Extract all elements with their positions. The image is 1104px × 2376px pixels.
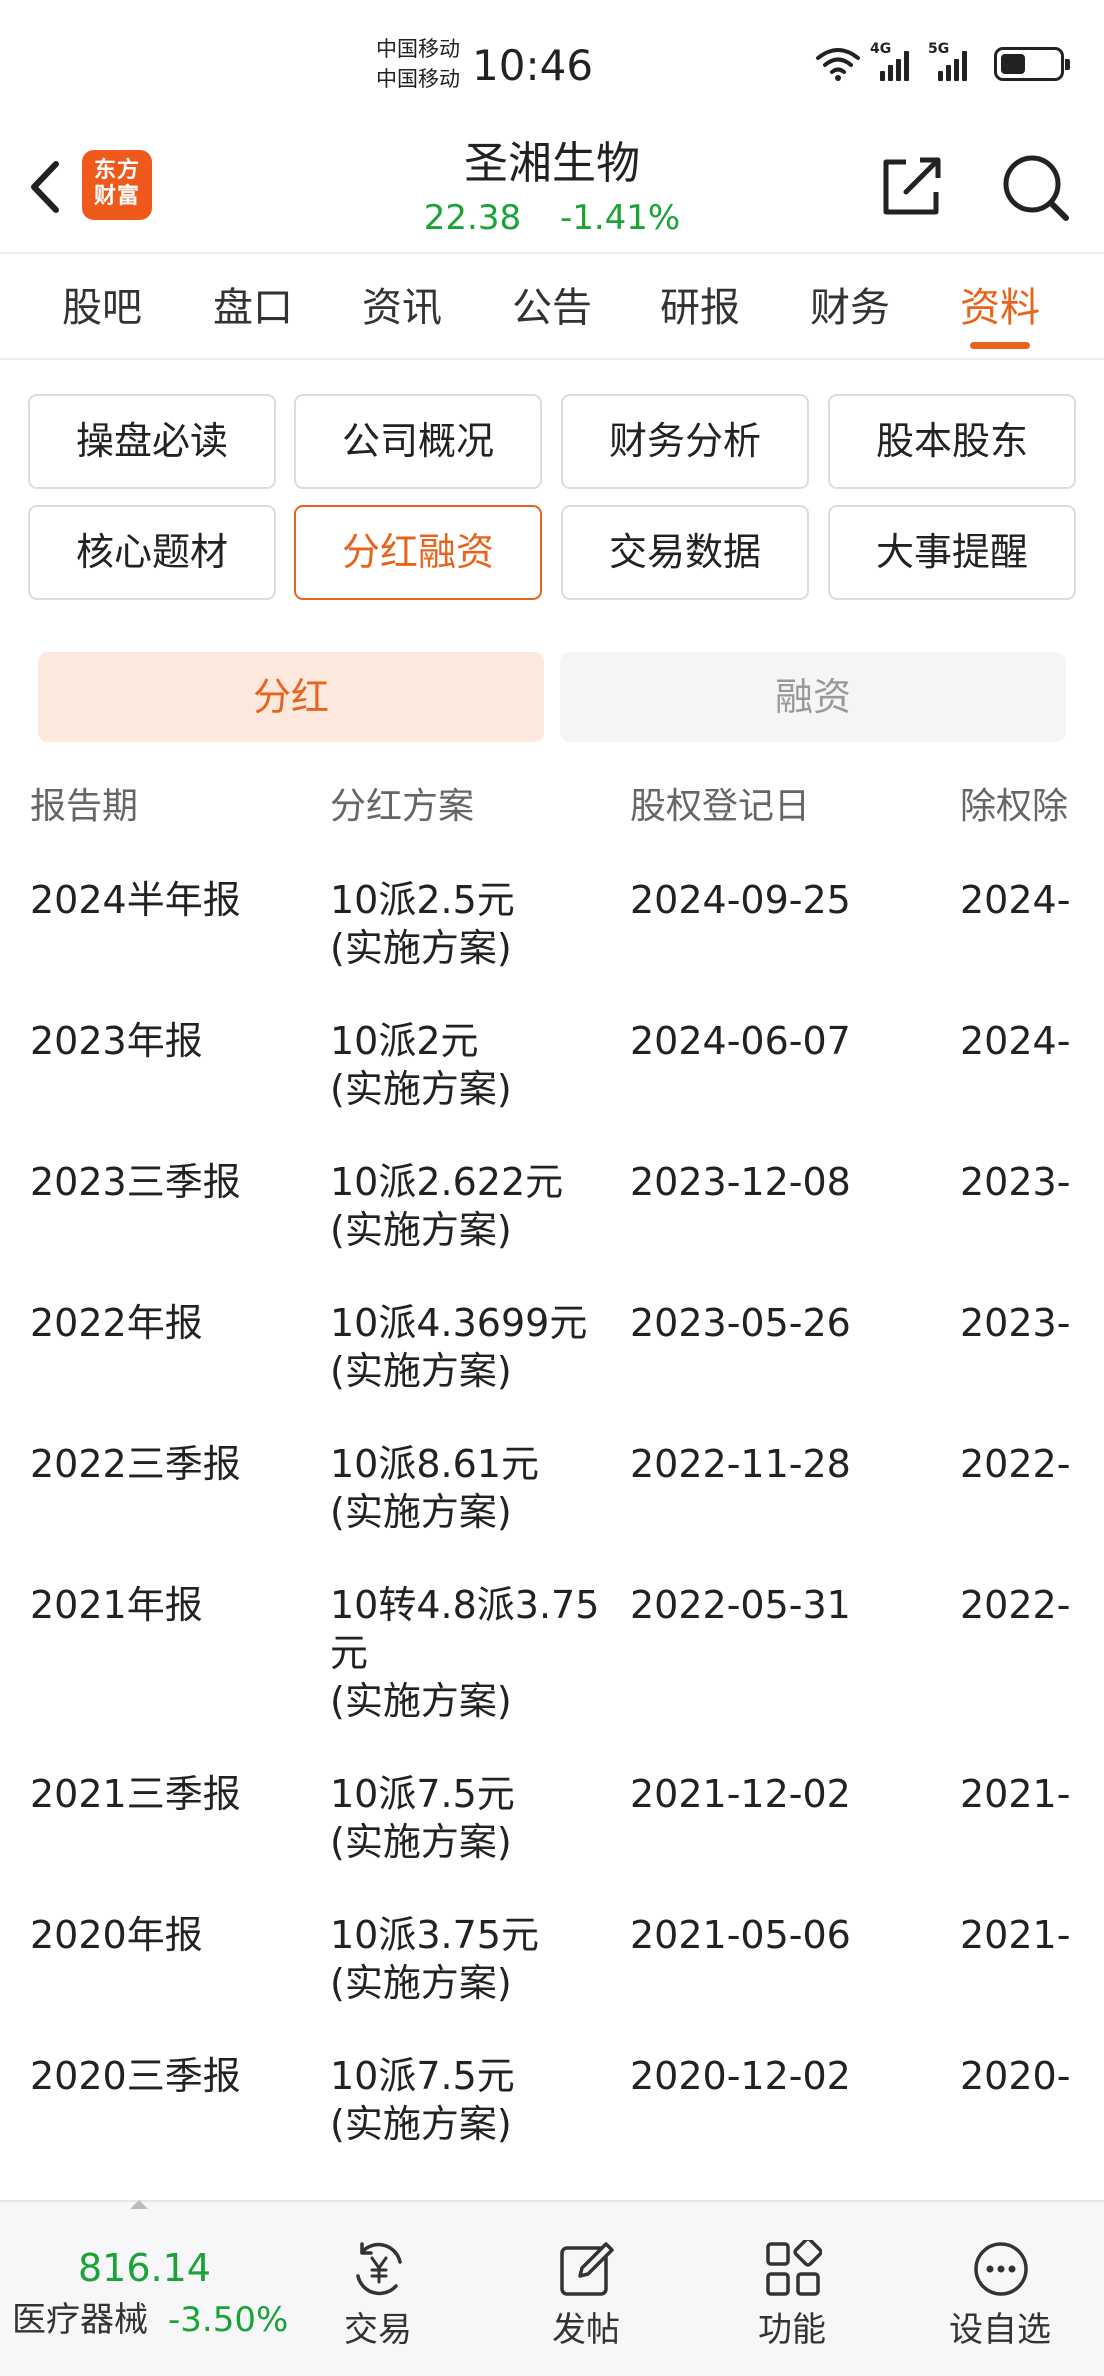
cell-period: 2022三季报 <box>30 1442 241 1486</box>
cell-period: 2023三季报 <box>30 1160 241 1204</box>
cell-ex-date: 2024- <box>960 878 1071 922</box>
stock-price: 22.38 <box>423 198 522 238</box>
trade-label: 交易 <box>344 2310 412 2350</box>
cell-plan: 10派2元 (实施方案) <box>330 1019 512 1111</box>
cell-plan: 10派2.5元 (实施方案) <box>330 878 515 970</box>
yuan-exchange-icon <box>356 2242 402 2296</box>
signal-4g-icon: 4G <box>870 41 920 81</box>
section-must-read[interactable]: 操盘必读 <box>28 394 276 489</box>
bottom-bar: 816.14 医疗器械 -3.50% 交易 发帖 功能 设自选 <box>0 2200 1104 2376</box>
post-button[interactable]: 发帖 <box>516 2202 656 2376</box>
index-value[interactable]: 816.14 <box>78 2244 211 2292</box>
section-shareholders[interactable]: 股本股东 <box>828 394 1076 489</box>
more-icon <box>974 2242 1028 2296</box>
index-name[interactable]: 医疗器械 <box>12 2296 148 2344</box>
cell-ex-date: 2021- <box>960 1913 1071 1957</box>
functions-button[interactable]: 功能 <box>722 2202 862 2376</box>
cell-plan: 10派3.75元 (实施方案) <box>330 1913 539 2005</box>
caret-up-icon[interactable] <box>130 2200 148 2209</box>
carrier-2: 中国移动 <box>376 67 460 91</box>
cell-plan: 10转4.8派3.75元 (实施方案) <box>330 1583 600 1723</box>
cell-period: 2020年报 <box>30 1913 203 1957</box>
stock-tabs: 股吧 盘口 资讯 公告 研报 财务 资料 <box>0 256 1104 360</box>
section-core-themes[interactable]: 核心题材 <box>28 505 276 600</box>
section-company-overview[interactable]: 公司概况 <box>294 394 542 489</box>
header-period: 报告期 <box>30 786 139 827</box>
edit-icon <box>560 2242 614 2296</box>
cell-period: 2023年报 <box>30 1019 203 1063</box>
tab-pankou[interactable]: 盘口 <box>193 256 313 360</box>
cell-plan: 10派7.5元 (实施方案) <box>330 1772 515 1864</box>
functions-label: 功能 <box>758 2310 826 2350</box>
battery-icon <box>994 47 1070 81</box>
wifi-icon <box>816 48 860 81</box>
carrier-labels: 中国移动 中国移动 <box>376 34 460 94</box>
section-dividend-financing[interactable]: 分红融资 <box>294 505 542 600</box>
cell-period: 2020三季报 <box>30 2054 241 2098</box>
cell-ex-date: 2024- <box>960 1019 1071 1063</box>
cell-ex-date: 2020- <box>960 2054 1071 2098</box>
search-icon[interactable] <box>998 150 1072 224</box>
cell-ex-date: 2022- <box>960 1442 1071 1486</box>
index-change[interactable]: -3.50% <box>168 2296 288 2344</box>
add-watchlist-label: 设自选 <box>949 2310 1051 2350</box>
post-label: 发帖 <box>552 2310 620 2350</box>
cell-record-date: 2024-06-07 <box>630 1019 851 1063</box>
cell-record-date: 2021-05-06 <box>630 1913 851 1957</box>
cell-record-date: 2020-12-02 <box>630 2054 851 2098</box>
tab-finance[interactable]: 财务 <box>790 256 910 360</box>
tab-announcements[interactable]: 公告 <box>492 256 612 360</box>
header-plan: 分红方案 <box>330 786 475 827</box>
stock-change: -1.41% <box>559 198 681 238</box>
active-tab-indicator <box>970 342 1030 349</box>
cell-plan: 10派2.622元 (实施方案) <box>330 1160 564 1252</box>
cell-record-date: 2024-09-25 <box>630 878 851 922</box>
cell-ex-date: 2023- <box>960 1160 1071 1204</box>
tab-news[interactable]: 资讯 <box>342 256 462 360</box>
table-header: 报告期 分红方案 股权登记日 除权除 <box>0 770 1104 844</box>
carrier-1: 中国移动 <box>376 37 460 61</box>
cell-record-date: 2023-05-26 <box>630 1301 851 1345</box>
subtab-financing[interactable]: 融资 <box>560 652 1066 742</box>
header-record-date: 股权登记日 <box>630 786 811 827</box>
cell-ex-date: 2022- <box>960 1583 1071 1627</box>
header-ex-date: 除权除 <box>960 786 1069 827</box>
cell-record-date: 2022-11-28 <box>630 1442 851 1486</box>
cell-plan: 10派8.61元 (实施方案) <box>330 1442 539 1534</box>
app-header: 东方 财富 圣湘生物 22.38 -1.41% <box>0 130 1104 254</box>
trade-button[interactable]: 交易 <box>308 2202 448 2376</box>
cell-record-date: 2022-05-31 <box>630 1583 851 1627</box>
section-financial-analysis[interactable]: 财务分析 <box>561 394 809 489</box>
section-trading-data[interactable]: 交易数据 <box>561 505 809 600</box>
cell-ex-date: 2023- <box>960 1301 1071 1345</box>
cell-plan: 10派7.5元 (实施方案) <box>330 2054 515 2146</box>
status-bar: 中国移动 中国移动 10:46 4G 5G <box>0 0 1104 130</box>
cell-ex-date: 2021- <box>960 1772 1071 1816</box>
share-icon[interactable] <box>876 152 946 222</box>
clock: 10:46 <box>472 41 594 90</box>
tab-research[interactable]: 研报 <box>640 256 760 360</box>
cell-period: 2021三季报 <box>30 1772 241 1816</box>
cell-record-date: 2021-12-02 <box>630 1772 851 1816</box>
add-watchlist-button[interactable]: 设自选 <box>930 2202 1070 2376</box>
cell-period: 2022年报 <box>30 1301 203 1345</box>
section-events[interactable]: 大事提醒 <box>828 505 1076 600</box>
grid-icon <box>766 2240 822 2296</box>
cell-period: 2021年报 <box>30 1583 203 1627</box>
cell-record-date: 2023-12-08 <box>630 1160 851 1204</box>
subtab-dividend[interactable]: 分红 <box>38 652 544 742</box>
cell-plan: 10派4.3699元 (实施方案) <box>330 1301 588 1393</box>
cell-period: 2024半年报 <box>30 878 241 922</box>
signal-5g-icon: 5G <box>928 41 978 81</box>
tab-guba[interactable]: 股吧 <box>42 256 162 360</box>
status-icons: 4G 5G <box>814 41 1070 84</box>
